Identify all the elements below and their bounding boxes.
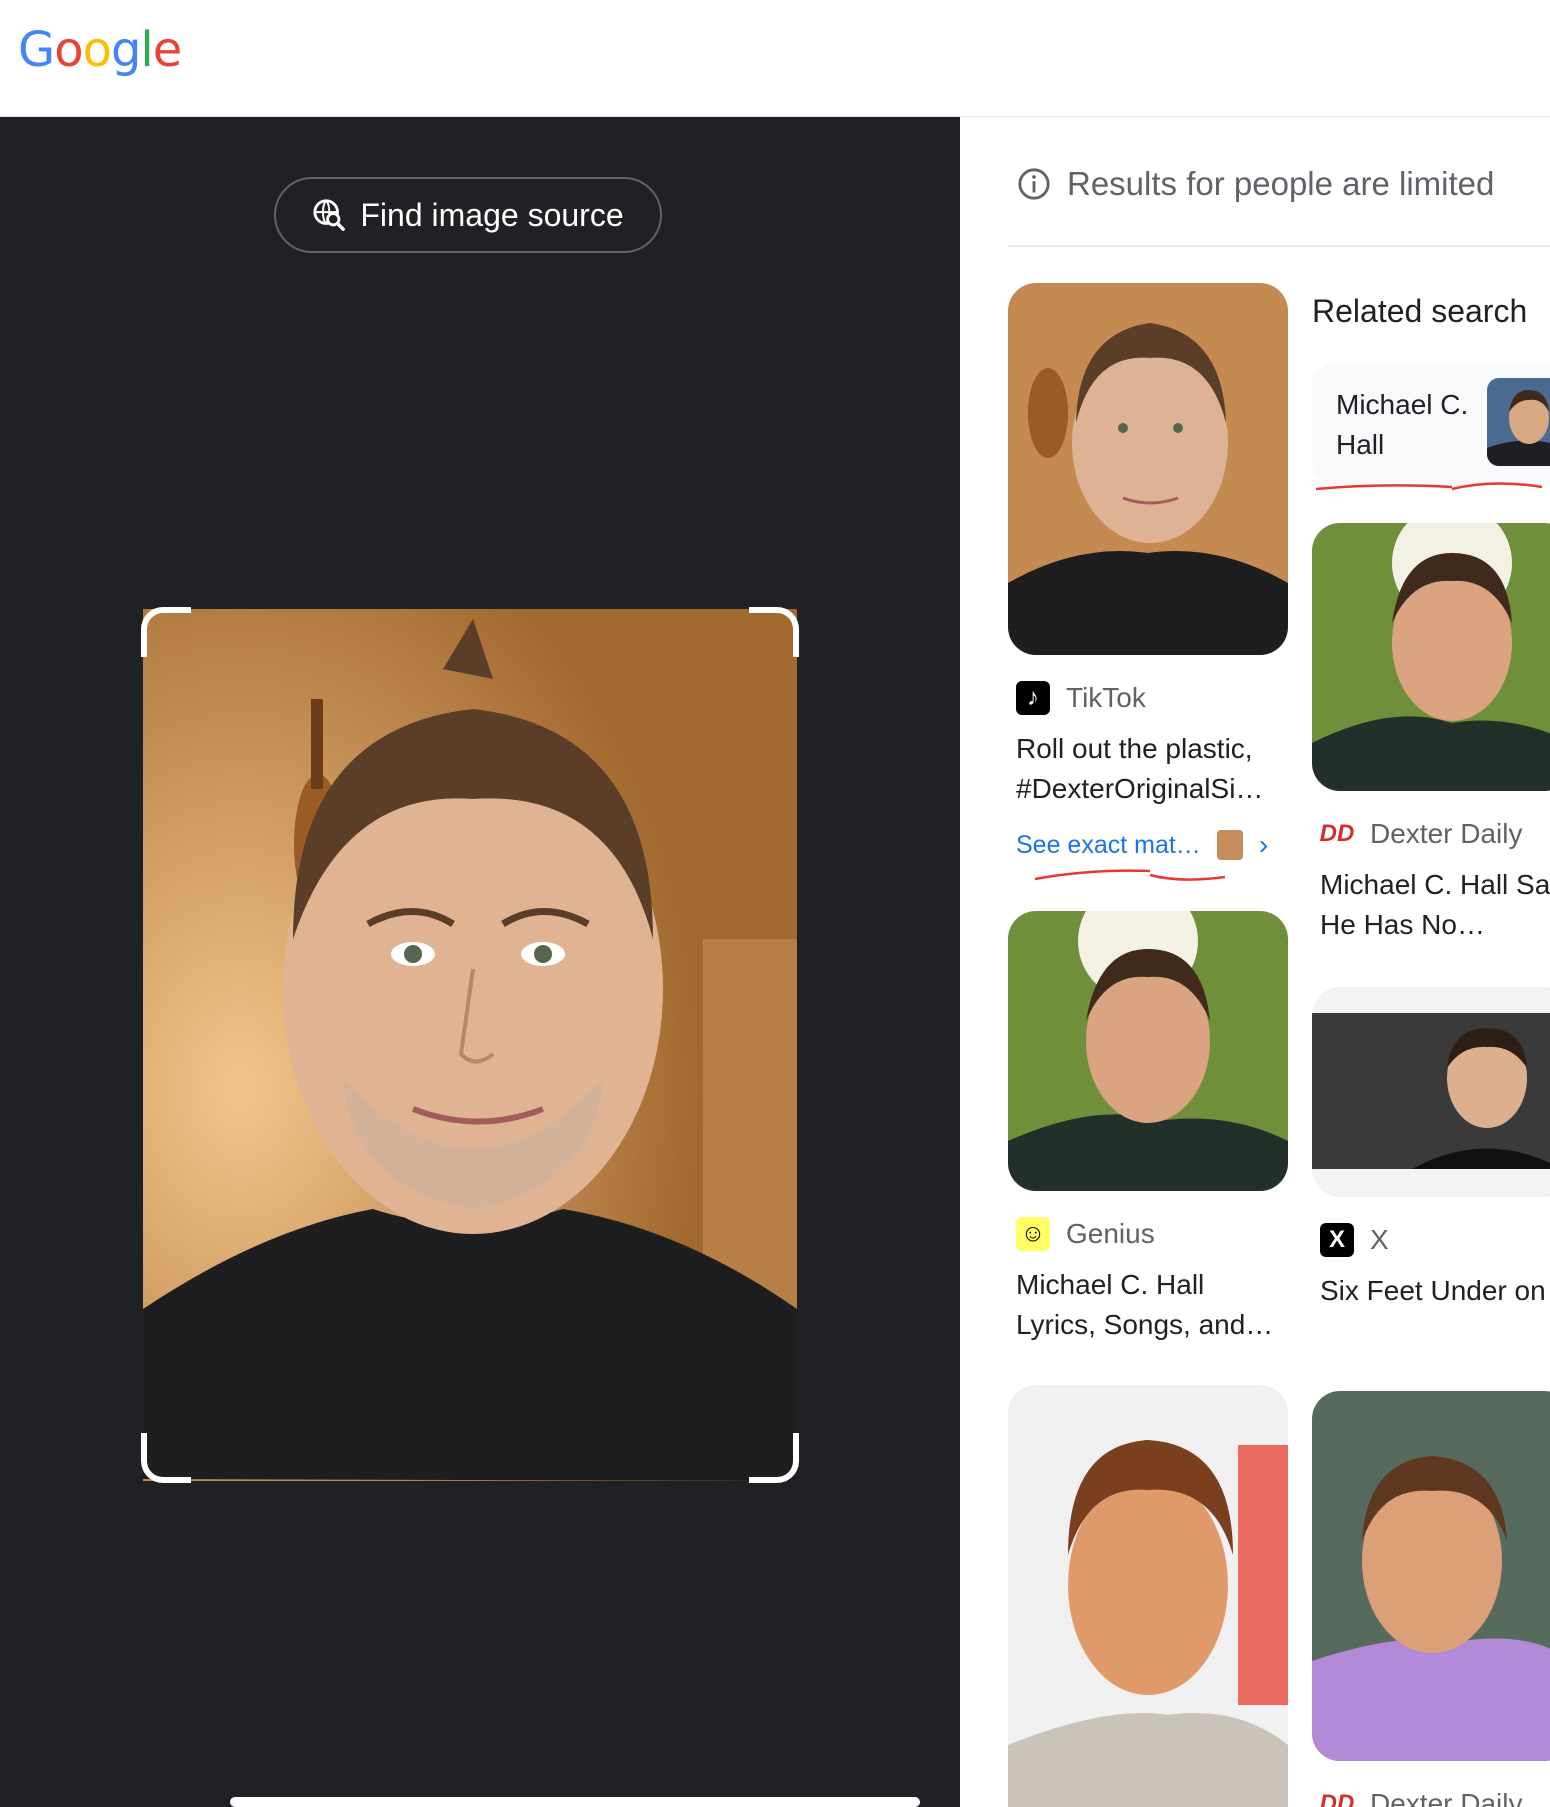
result-source-x[interactable]: X X [1320,1223,1389,1257]
top-bar: Google [0,0,1550,117]
result-title-x[interactable]: Six Feet Under on X: "Michael C Hall [1320,1271,1550,1311]
find-image-source-label: Find image source [360,196,624,233]
divider [1008,245,1550,247]
tiktok-icon: ♪ [1016,681,1050,715]
logo-letter: o [54,22,83,78]
crop-handle-bottom-left[interactable] [141,1433,191,1483]
exact-match-thumbnail [1216,830,1243,860]
result-source-dexter-daily[interactable]: DD Dexter Daily [1319,817,1523,851]
related-search-chip[interactable]: Michael C. Hall [1312,363,1550,485]
related-search-heading: Related search [1312,293,1528,329]
home-indicator[interactable] [230,1797,920,1807]
logo-letter: o [82,22,112,78]
result-image-x[interactable] [1312,987,1550,1197]
source-name: Dexter Daily [1370,1788,1523,1807]
result-title-tiktok[interactable]: Roll out the plastic, #DexterOriginalSi… [1016,729,1286,809]
crop-handle-bottom-right[interactable] [749,1433,799,1483]
globe-search-icon [313,199,346,231]
result-source-genius[interactable]: ☺ Genius [1016,1217,1155,1251]
people-limited-notice: Results for people are limited [1017,165,1494,203]
query-photo [143,609,797,1481]
logo-letter: e [152,22,183,78]
result-title-dexter-daily[interactable]: Michael C. Hall Says He Has No… [1320,865,1550,945]
dexter-daily-icon: DD [1319,820,1355,847]
result-image-dexter-daily[interactable] [1312,523,1550,791]
source-name: Genius [1066,1218,1155,1249]
logo-letter: g [110,22,141,78]
red-annotation-underline [1034,869,1226,881]
see-exact-label: See exact mat… [1016,830,1201,859]
info-icon [1018,168,1050,200]
red-annotation-underline [1315,482,1543,491]
result-source-tiktok[interactable]: ♪ TikTok [1016,681,1146,715]
lens-panel: Find image source [0,117,960,1807]
source-name: TikTok [1066,682,1146,713]
x-icon: X [1320,1223,1354,1257]
google-logo[interactable]: Google [18,22,183,78]
chevron-right-icon: › [1258,829,1269,860]
result-image-red-carpet[interactable] [1008,1385,1288,1807]
source-name: X [1370,1224,1389,1255]
crop-handle-top-left[interactable] [141,607,191,657]
logo-letter: G [18,22,55,78]
find-image-source-button[interactable]: Find image source [274,177,662,253]
result-title-genius[interactable]: Michael C. Hall Lyrics, Songs, and… [1016,1265,1286,1345]
dexter-daily-icon: DD [1319,1790,1355,1807]
result-image-genius[interactable] [1008,911,1288,1191]
crop-area[interactable] [141,607,799,1483]
chip-thumbnail [1487,378,1550,466]
result-image-tiktok[interactable] [1008,283,1288,655]
results-panel: Results for people are limited ♪ TikTok … [960,117,1550,1807]
chip-label: Michael C. Hall [1336,389,1469,460]
result-image-purple-shirt[interactable] [1312,1391,1550,1761]
see-exact-matches-link[interactable]: See exact mat… › [1016,829,1268,861]
result-source-dexter-daily-2[interactable]: DD Dexter Daily [1319,1787,1523,1807]
crop-handle-top-right[interactable] [749,607,799,657]
notice-text: Results for people are limited [1067,165,1495,202]
genius-icon: ☺ [1016,1217,1050,1251]
logo-letter: l [140,22,153,78]
source-name: Dexter Daily [1370,818,1523,849]
